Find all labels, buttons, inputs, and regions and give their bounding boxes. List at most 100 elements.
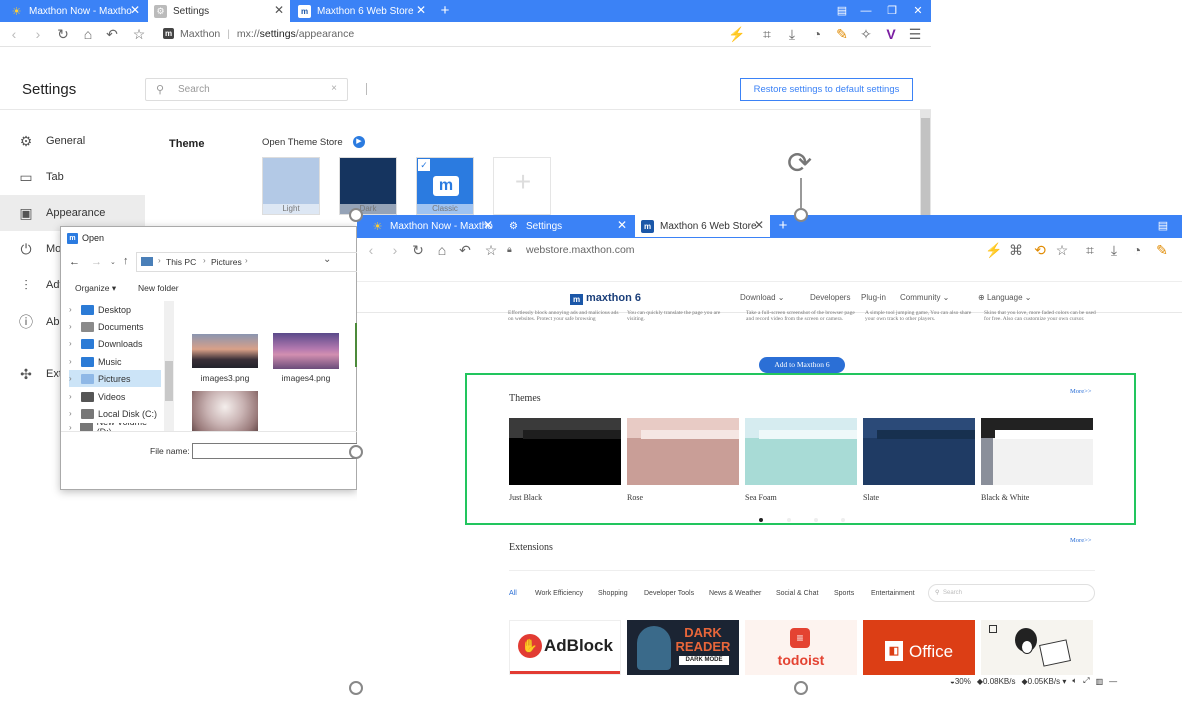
close-icon[interactable]: ✕ bbox=[130, 3, 140, 17]
theme-card-classic[interactable]: ✓ m Classic bbox=[416, 157, 474, 215]
extension-card-adblock[interactable]: ✋ AdBlock bbox=[509, 620, 621, 675]
nav-plugin[interactable]: Plug-in bbox=[861, 293, 886, 302]
reload-icon[interactable]: ↻ bbox=[410, 242, 426, 258]
close-window-icon[interactable]: ✕ bbox=[907, 2, 929, 20]
extension-card-todoist[interactable]: ≡ todoist bbox=[745, 620, 857, 675]
search-input[interactable]: ⚲ Search × bbox=[145, 78, 348, 101]
sidebar-toggle-icon[interactable]: ▤ bbox=[1152, 217, 1174, 235]
home-icon[interactable]: ⌂ bbox=[434, 242, 450, 258]
minimize-icon[interactable]: — bbox=[855, 2, 877, 20]
category-developer-tools[interactable]: Developer Tools bbox=[644, 590, 694, 597]
extensions-icon[interactable]: ✧ bbox=[858, 26, 874, 42]
tab-settings[interactable]: ⚙ Settings ✕ bbox=[148, 0, 290, 22]
undo-icon[interactable]: ↶ bbox=[104, 26, 120, 42]
back-icon[interactable]: ‹ bbox=[363, 242, 379, 258]
restore-icon[interactable]: ❐ bbox=[881, 2, 903, 20]
maxthon-logo[interactable]: m maxthon 6 bbox=[570, 292, 641, 305]
lightning-icon[interactable]: ⚡ bbox=[985, 242, 1002, 258]
extension-card-office[interactable]: ◧ Office bbox=[863, 620, 975, 675]
back-icon[interactable]: ← bbox=[69, 256, 80, 268]
forward-icon[interactable]: › bbox=[387, 242, 403, 258]
screenshot-icon[interactable]: ⌗ bbox=[1082, 242, 1098, 258]
open-theme-store-link[interactable]: Open Theme Store bbox=[262, 137, 343, 148]
new-tab-button[interactable]: + bbox=[434, 2, 456, 20]
category-shopping[interactable]: Shopping bbox=[598, 590, 628, 597]
address-url[interactable]: webstore.maxthon.com bbox=[526, 244, 635, 256]
forward-icon[interactable]: → bbox=[91, 256, 102, 268]
minimize-icon[interactable]: — bbox=[1109, 677, 1117, 686]
extension-search-input[interactable]: ⚲ Search bbox=[928, 584, 1095, 602]
category-social-chat[interactable]: Social & Chat bbox=[776, 590, 818, 597]
more-extensions-link[interactable]: More>> bbox=[1070, 537, 1091, 544]
close-icon[interactable]: ✕ bbox=[754, 218, 764, 232]
home-icon[interactable]: ⌂ bbox=[80, 26, 96, 42]
tab-web-store[interactable]: m Maxthon 6 Web Store ✕ bbox=[635, 215, 770, 237]
resize-handle[interactable] bbox=[794, 208, 808, 222]
tree-item-desktop[interactable]: › Desktop bbox=[69, 301, 161, 318]
history-icon[interactable]: ◔ bbox=[809, 26, 825, 42]
category-entertainment[interactable]: Entertainment bbox=[871, 590, 915, 597]
tree-item-pictures[interactable]: › Pictures bbox=[69, 370, 161, 387]
extension-card-other[interactable] bbox=[981, 620, 1093, 675]
scrollbar[interactable] bbox=[920, 110, 931, 215]
resize-handle[interactable] bbox=[349, 445, 363, 459]
resize-handle[interactable] bbox=[794, 681, 808, 695]
category-all[interactable]: All bbox=[509, 590, 517, 597]
notes-icon[interactable]: ✎ bbox=[834, 26, 850, 42]
tree-scrollbar[interactable] bbox=[164, 301, 174, 431]
add-theme-button[interactable]: + bbox=[493, 157, 551, 215]
translate-icon[interactable]: ⟲ bbox=[1032, 242, 1048, 258]
file-thumbnail-image[interactable] bbox=[192, 391, 258, 431]
nav-language[interactable]: ⊕ Language ⌄ bbox=[978, 293, 1031, 302]
tree-item-music[interactable]: › Music bbox=[69, 353, 161, 370]
tree-item-documents[interactable]: › Documents bbox=[69, 318, 161, 335]
bookmark-star-icon[interactable]: ☆ bbox=[483, 242, 499, 258]
speaker-icon[interactable]: 🔈︎ bbox=[1072, 676, 1077, 686]
undo-icon[interactable]: ↶ bbox=[457, 242, 473, 258]
category-sports[interactable]: Sports bbox=[834, 590, 854, 597]
bookmark-star-icon[interactable]: ☆ bbox=[131, 26, 147, 42]
download-icon[interactable]: ⤓ bbox=[1106, 242, 1122, 258]
tree-item-local-disk[interactable]: › Local Disk (C:) bbox=[69, 405, 161, 422]
up-icon[interactable]: ↑ bbox=[123, 255, 129, 267]
add-to-maxthon-button[interactable]: Add to Maxthon 6 bbox=[759, 357, 845, 373]
organize-button[interactable]: Organize ▾ bbox=[75, 283, 116, 294]
tab-settings[interactable]: ⚙ Settings ✕ bbox=[501, 215, 633, 237]
clear-icon[interactable]: × bbox=[331, 83, 337, 94]
nav-download[interactable]: Download ⌄ bbox=[740, 293, 785, 302]
close-icon[interactable]: ✕ bbox=[274, 3, 284, 17]
nav-community[interactable]: Community ⌄ bbox=[900, 293, 949, 302]
history-icon[interactable]: ◔ bbox=[1129, 242, 1145, 258]
download-icon[interactable]: ⤓ bbox=[784, 26, 800, 42]
tree-item-videos[interactable]: › Videos bbox=[69, 388, 161, 405]
address-url[interactable]: Maxthon | mx://settings/appearance bbox=[180, 28, 354, 40]
menu-icon[interactable]: ☰ bbox=[907, 26, 923, 42]
nav-developers[interactable]: Developers bbox=[810, 293, 850, 302]
resize-handle[interactable] bbox=[349, 681, 363, 695]
close-icon[interactable]: ✕ bbox=[483, 218, 493, 232]
category-work-efficiency[interactable]: Work Efficiency bbox=[535, 590, 583, 597]
scrollbar-thumb[interactable] bbox=[921, 118, 930, 215]
reload-icon[interactable]: ↻ bbox=[55, 26, 71, 42]
file-name-images3[interactable]: images3.png bbox=[192, 373, 258, 383]
sidebar-item-general[interactable]: ⚙ General bbox=[0, 123, 145, 159]
back-icon[interactable]: ‹ bbox=[6, 26, 22, 42]
file-thumbnail-images4[interactable] bbox=[273, 333, 339, 369]
chevron-down-icon[interactable]: ⌄ bbox=[323, 254, 331, 265]
tree-item-new-volume[interactable]: ›New Volume (D:) bbox=[69, 423, 161, 431]
bookmark-star-icon[interactable]: ☆ bbox=[1054, 242, 1070, 258]
sidebar-toggle-icon[interactable]: ▤ bbox=[831, 2, 853, 20]
close-icon[interactable]: ✕ bbox=[416, 3, 426, 17]
chevron-down-icon[interactable]: ⌄ bbox=[110, 258, 116, 266]
sidebar-item-tab[interactable]: ▭ Tab bbox=[0, 159, 145, 195]
breadcrumb[interactable]: › This PC › Pictures › ⌄ bbox=[136, 252, 358, 272]
screenshot-icon[interactable]: ⌗ bbox=[759, 26, 775, 42]
category-news-weather[interactable]: News & Weather bbox=[709, 590, 761, 597]
tab-web-store[interactable]: m Maxthon 6 Web Store ✕ bbox=[292, 0, 432, 22]
vivid-v-icon[interactable]: V bbox=[883, 26, 899, 42]
restore-defaults-button[interactable]: Restore settings to default settings bbox=[740, 78, 913, 101]
new-tab-button[interactable]: + bbox=[772, 217, 794, 235]
theme-card-light[interactable]: Light bbox=[262, 157, 320, 215]
tab-maxthon-now[interactable]: ☀ Maxthon Now - Maxtho ✕ bbox=[365, 215, 499, 237]
notes-icon[interactable]: ✎ bbox=[1154, 242, 1170, 258]
